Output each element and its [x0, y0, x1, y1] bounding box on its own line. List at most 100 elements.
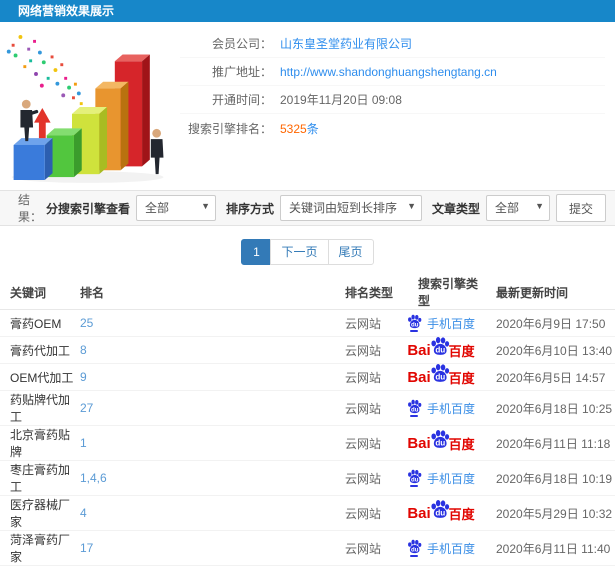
table-row: OEM代加工 9 云网站 Bai du 百度 2020年6月5日 14:57 [0, 363, 615, 391]
table-row: 药贴牌代加工 27 云网站 du 手机百度 2020年6月18日 10:25 [0, 391, 615, 426]
page-title: 网络营销效果展示 [18, 4, 115, 18]
bar-chart-clipart-image [6, 35, 164, 183]
cell-engine: du 手机百度 [400, 461, 482, 496]
rank-count-label: 搜索引擎排名： [187, 121, 272, 136]
cell-updated: 2020年6月11日 11:18 [496, 436, 611, 451]
cell-engine: Bai du 百度 [400, 336, 482, 364]
page-last[interactable]: 尾页 [327, 239, 374, 265]
engine-filter-label: 分搜索引擎查看 [46, 201, 131, 216]
promo-url-link[interactable]: http://www.shandonghuangshengtang.cn [280, 65, 497, 79]
info-row-opened: 开通时间： 2019年11月20日 09:08 [180, 86, 605, 114]
table-row: 菏泽膏药厂家 17 云网站 du 手机百度 2020年6月11日 11:40 [0, 531, 615, 566]
sort-filter-select[interactable]: 关键词由短到长排序 [280, 195, 423, 221]
results-table: 关键词 排名 排名类型 搜索引擎类型 最新更新时间 膏药OEM 25 云网站 d… [0, 275, 615, 566]
cell-rank[interactable]: 27 [80, 391, 330, 426]
svg-text:du: du [411, 322, 419, 329]
filter-controls: 分搜索引擎查看 全部 ▼ 排序方式 关键词由短到长排序 ▼ 文章类型 全部 ▼ … [42, 194, 607, 222]
header-rank-type: 排名类型 [345, 285, 394, 300]
table-body: 膏药OEM 25 云网站 du 手机百度 2020年6月9日 17:50 膏药代加… [0, 310, 615, 566]
rank-count-suffix[interactable]: 条 [307, 122, 319, 136]
article-type-select[interactable]: 全部 [486, 195, 551, 221]
result-label: 结果： [18, 193, 43, 224]
submit-button[interactable]: 提交 [556, 194, 607, 222]
cell-engine: Bai du 百度 [400, 496, 482, 531]
header-updated: 最新更新时间 [496, 285, 569, 300]
baidu-logo: Bai du 百度 [407, 499, 475, 523]
baidu-logo: Bai du 百度 [407, 336, 475, 360]
cell-engine: Bai du 百度 [400, 426, 482, 461]
baidu-paw-icon: du [407, 314, 422, 332]
cell-updated: 2020年6月18日 10:25 [496, 401, 613, 416]
top-section: 会员公司： 山东皇圣堂药业有限公司 推广地址： http://www.shand… [0, 22, 615, 190]
mobile-baidu-badge: du 手机百度 [407, 469, 475, 487]
info-row-company: 会员公司： 山东皇圣堂药业有限公司 [180, 30, 605, 58]
cell-keyword: 菏泽膏药厂家 [10, 533, 71, 564]
filter-bar: 结果： 分搜索引擎查看 全部 ▼ 排序方式 关键词由短到长排序 ▼ 文章类型 全… [0, 190, 615, 226]
mobile-baidu-badge: du 手机百度 [407, 314, 475, 332]
cell-rank[interactable]: 25 [80, 310, 330, 337]
svg-text:du: du [435, 509, 445, 518]
cell-rank[interactable]: 4 [80, 496, 330, 531]
header-engine: 搜索引擎类型 [418, 277, 479, 308]
cell-rank-type: 云网站 [345, 471, 382, 486]
confetti-dots [6, 35, 89, 118]
baidu-paw-icon: du [407, 539, 422, 557]
header-rank: 排名 [80, 285, 105, 300]
pagination: 1 下一页 尾页 [0, 239, 615, 265]
cell-engine: Bai du 百度 [400, 363, 482, 391]
cell-rank-type: 云网站 [345, 343, 382, 358]
open-time-value: 2019年11月20日 09:08 [280, 93, 402, 107]
company-info-panel: 会员公司： 山东皇圣堂药业有限公司 推广地址： http://www.shand… [180, 26, 615, 190]
promo-url-label: 推广地址： [211, 65, 272, 79]
cell-updated: 2020年6月5日 14:57 [496, 370, 606, 385]
title-bar: 网络营销效果展示 [0, 0, 615, 22]
svg-text:du: du [435, 346, 445, 355]
company-name-link[interactable]: 山东皇圣堂药业有限公司 [280, 35, 412, 52]
cell-rank-type: 云网站 [345, 436, 382, 451]
cell-engine: du 手机百度 [400, 310, 482, 337]
baidu-paw-icon: du [407, 469, 422, 487]
cell-updated: 2020年5月29日 10:32 [496, 506, 613, 521]
cell-keyword: 膏药代加工 [10, 343, 71, 358]
mobile-baidu-badge: du 手机百度 [407, 399, 475, 417]
cell-rank[interactable]: 8 [80, 337, 330, 364]
info-row-url: 推广地址： http://www.shandonghuangshengtang.… [180, 58, 605, 86]
table-row: 枣庄膏药加工 1,4,6 云网站 du 手机百度 2020年6月18日 10:19 [0, 461, 615, 496]
cell-updated: 2020年6月18日 10:19 [496, 471, 613, 486]
businessman-right [150, 128, 164, 175]
cell-rank[interactable]: 1 [80, 426, 330, 461]
table-header-row: 关键词 排名 排名类型 搜索引擎类型 最新更新时间 [0, 275, 615, 310]
cell-keyword: 医疗器械厂家 [10, 498, 71, 529]
cell-updated: 2020年6月11日 11:40 [496, 541, 611, 556]
cell-updated: 2020年6月10日 13:40 [496, 343, 613, 358]
sort-filter-label: 排序方式 [226, 201, 275, 216]
info-row-rank-count: 搜索引擎排名： 5325条 [180, 114, 605, 142]
engine-filter-select[interactable]: 全部 [136, 195, 217, 221]
table-row: 膏药代加工 8 云网站 Bai du 百度 2020年6月10日 13:40 [0, 336, 615, 364]
cell-keyword: 北京膏药贴牌 [10, 428, 71, 459]
company-label: 会员公司： [211, 37, 272, 51]
article-type-label: 文章类型 [432, 201, 481, 216]
svg-text:du: du [435, 373, 445, 382]
rank-count-value: 5325条 [280, 120, 319, 137]
page-next[interactable]: 下一页 [270, 239, 329, 265]
baidu-logo: Bai du 百度 [407, 363, 475, 387]
open-time-label: 开通时间： [211, 93, 272, 107]
cell-keyword: 枣庄膏药加工 [10, 463, 71, 494]
cell-rank[interactable]: 1,4,6 [80, 461, 330, 496]
baidu-logo: Bai du 百度 [407, 429, 475, 453]
cell-rank-type: 云网站 [345, 316, 382, 331]
cell-rank[interactable]: 17 [80, 531, 330, 566]
cell-keyword: 膏药OEM [10, 316, 62, 331]
page-current[interactable]: 1 [241, 239, 272, 265]
cell-engine: du 手机百度 [400, 391, 482, 426]
cell-rank-type: 云网站 [345, 541, 382, 556]
cell-updated: 2020年6月9日 17:50 [496, 316, 606, 331]
chart-illustration [0, 26, 180, 190]
cell-rank[interactable]: 9 [80, 364, 330, 391]
svg-text:du: du [411, 477, 419, 484]
table-row: 膏药OEM 25 云网站 du 手机百度 2020年6月9日 17:50 [0, 310, 615, 337]
cell-rank-type: 云网站 [345, 401, 382, 416]
svg-text:du: du [411, 547, 419, 554]
cell-keyword: OEM代加工 [10, 370, 74, 385]
